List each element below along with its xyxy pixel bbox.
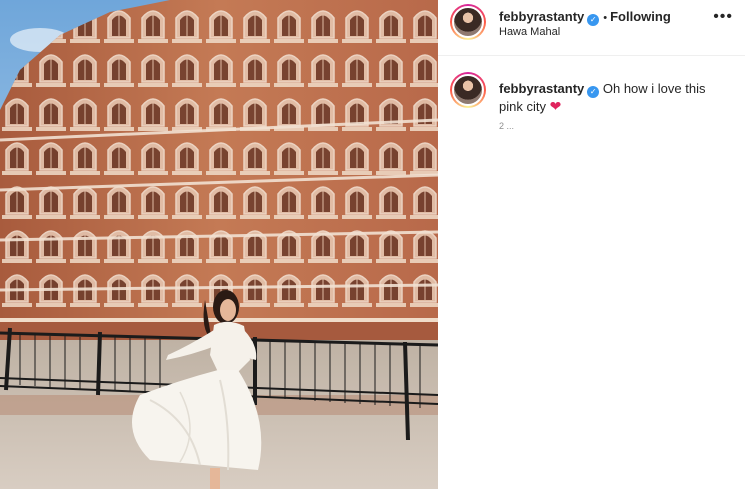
username-link[interactable]: febbyrastanty xyxy=(499,9,584,24)
verified-badge-icon: ✓ xyxy=(587,14,600,26)
caption-verified-badge-icon: ✓ xyxy=(587,86,600,98)
caption-avatar[interactable] xyxy=(450,72,486,108)
caption-timestamp: 2 ... xyxy=(499,121,515,131)
caption-username-link[interactable]: febbyrastanty xyxy=(499,81,584,96)
separator-dot: • xyxy=(603,12,608,24)
more-options-icon[interactable]: ••• xyxy=(713,8,733,26)
hawa-mahal-photo xyxy=(0,0,438,489)
post-photo[interactable] xyxy=(0,0,438,489)
location-link[interactable]: Hawa Mahal xyxy=(499,26,560,38)
heart-emoji-icon: ❤ xyxy=(549,98,562,114)
avatar[interactable] xyxy=(450,4,486,40)
caption: febbyrastanty ✓ Oh how i love this pink c… xyxy=(499,80,719,115)
header-user-line: febbyrastanty ✓ • Following xyxy=(499,9,671,26)
post-header: febbyrastanty ✓ • Following Hawa Mahal ••• xyxy=(438,0,745,56)
post-side-panel: febbyrastanty ✓ • Following Hawa Mahal ••• … xyxy=(438,0,745,489)
following-button[interactable]: Following xyxy=(610,9,671,24)
